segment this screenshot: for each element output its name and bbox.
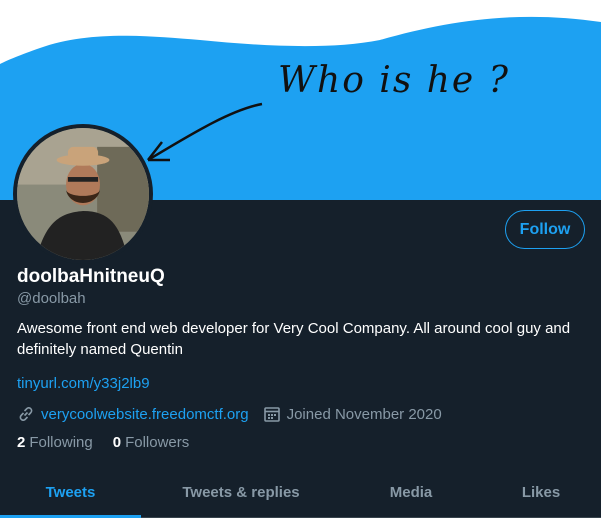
profile-tabs: Tweets Tweets & replies Media Likes (0, 467, 601, 518)
tab-tweets[interactable]: Tweets (0, 467, 141, 518)
tab-media[interactable]: Media (341, 467, 481, 517)
bio-link[interactable]: tinyurl.com/y33j2lb9 (17, 375, 150, 392)
followers-count: 0 (112, 434, 122, 451)
followers-stat[interactable]: 0 Followers (113, 434, 190, 451)
link-icon (19, 407, 33, 421)
calendar-icon (263, 407, 280, 422)
website-link[interactable]: verycoolwebsite.freedomctf.org (41, 406, 249, 423)
user-bio: Awesome front end web developer for Very… (17, 320, 571, 358)
banner-annotation: Who is he ? (278, 60, 510, 101)
avatar[interactable] (13, 124, 153, 264)
following-count: 2 (17, 434, 26, 451)
user-handle: @doolbah (17, 290, 86, 307)
follow-button[interactable]: Follow (505, 210, 585, 249)
profile-meta: verycoolwebsite.freedomctf.org Joined No… (17, 404, 442, 424)
tab-tweets-replies[interactable]: Tweets & replies (141, 467, 341, 517)
following-stat[interactable]: 2 Following (17, 434, 93, 451)
joined-date: Joined November 2020 (286, 405, 442, 423)
follow-stats: 2 Following 0 Followers (17, 434, 209, 451)
tab-likes[interactable]: Likes (481, 467, 601, 517)
following-label: Following (29, 434, 93, 451)
followers-label: Followers (125, 434, 190, 451)
display-name: doolbaHnitneuQ (17, 266, 165, 287)
avatar-photo (17, 128, 149, 260)
